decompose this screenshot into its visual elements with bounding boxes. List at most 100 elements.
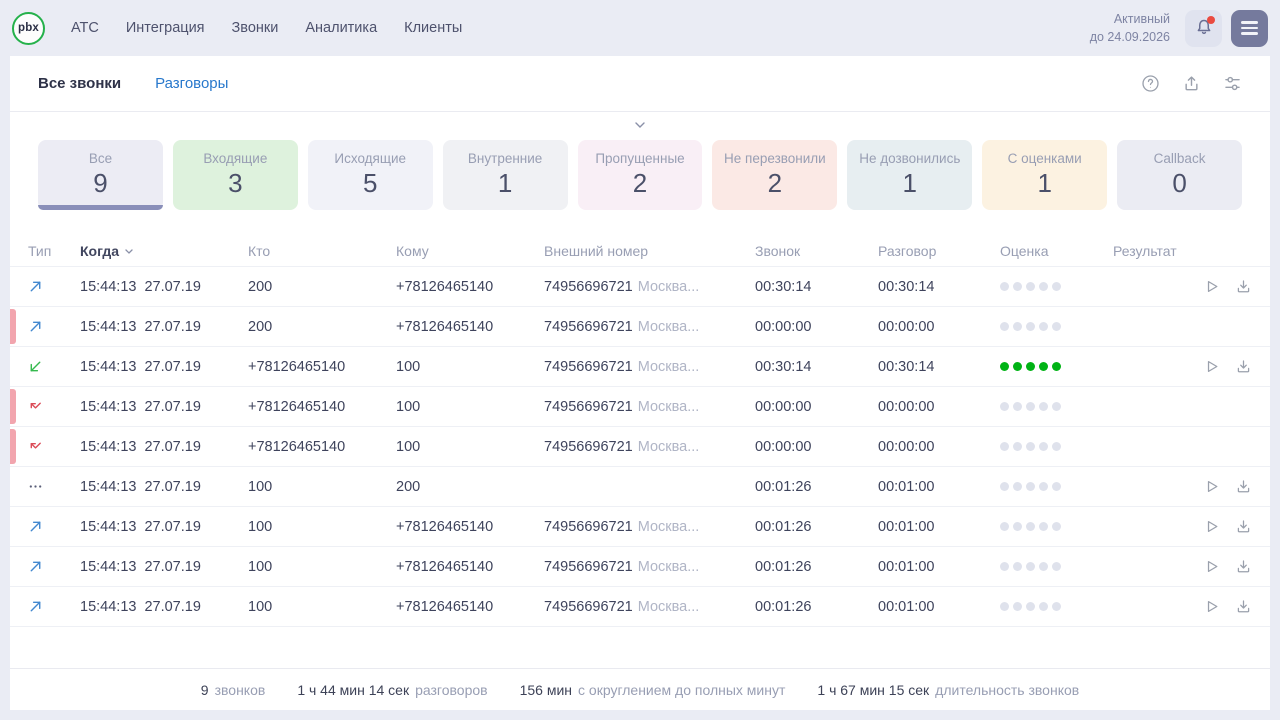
- filter-count: 2: [633, 168, 647, 199]
- filter-card[interactable]: Все 9: [38, 140, 163, 210]
- call-type-cell: [28, 439, 80, 454]
- export-icon[interactable]: [1182, 74, 1201, 93]
- whom-cell: +78126465140: [396, 519, 544, 535]
- missed-call-icon: [28, 439, 43, 454]
- filter-card[interactable]: Callback 0: [1117, 140, 1242, 210]
- who-cell: +78126465140: [248, 359, 396, 375]
- tabs-bar: Все звонки Разговоры: [10, 56, 1270, 112]
- when-cell: 15:44:1327.07.19: [80, 279, 248, 295]
- tab[interactable]: Все звонки: [38, 75, 121, 92]
- col-when-sort[interactable]: Когда: [80, 243, 248, 259]
- call-duration-cell: 00:01:26: [755, 559, 878, 575]
- rating-dots[interactable]: [1000, 482, 1113, 491]
- table-row[interactable]: 15:44:1327.07.19 100 200 00:01:26 00:01:…: [10, 467, 1270, 507]
- missed-call-icon: [28, 399, 43, 414]
- menu-button[interactable]: [1231, 10, 1268, 47]
- play-record-button[interactable]: [1203, 558, 1220, 575]
- play-record-button[interactable]: [1203, 358, 1220, 375]
- call-type-cell: [28, 359, 80, 374]
- rating-dots[interactable]: [1000, 442, 1113, 451]
- when-time: 15:44:13: [80, 319, 136, 335]
- call-type-cell: [28, 519, 80, 534]
- row-actions: [1196, 478, 1252, 495]
- download-record-button[interactable]: [1235, 478, 1252, 495]
- rating-dots[interactable]: [1000, 562, 1113, 571]
- summary-label: разговоров: [415, 682, 488, 698]
- whom-cell: 100: [396, 439, 544, 455]
- download-record-button[interactable]: [1235, 598, 1252, 615]
- external-location: Москва...: [638, 319, 700, 335]
- table-row[interactable]: 15:44:1327.07.19 200 +78126465140 749566…: [10, 267, 1270, 307]
- external-location: Москва...: [638, 559, 700, 575]
- when-date: 27.07.19: [144, 479, 200, 495]
- call-type-cell: [28, 599, 80, 614]
- nav-item[interactable]: Аналитика: [305, 20, 377, 36]
- who-cell: +78126465140: [248, 439, 396, 455]
- table-row[interactable]: 15:44:1327.07.19 100 +78126465140 749566…: [10, 547, 1270, 587]
- download-record-button[interactable]: [1235, 558, 1252, 575]
- help-icon[interactable]: [1141, 74, 1160, 93]
- chevron-down-icon[interactable]: [632, 120, 648, 130]
- status-line2: до 24.09.2026: [1090, 28, 1170, 46]
- filter-card[interactable]: Исходящие 5: [308, 140, 433, 210]
- who-cell: 100: [248, 559, 396, 575]
- download-record-button[interactable]: [1235, 518, 1252, 535]
- hamburger-icon: [1241, 21, 1258, 23]
- summary-item: 1 ч 67 мин 15 сек длительность звонков: [817, 682, 1079, 698]
- when-cell: 15:44:1327.07.19: [80, 599, 248, 615]
- rating-dots[interactable]: [1000, 602, 1113, 611]
- filter-card[interactable]: Внутренние 1: [443, 140, 568, 210]
- external-number-cell: 74956696721 Москва...: [544, 319, 755, 335]
- whom-cell: +78126465140: [396, 279, 544, 295]
- notifications-button[interactable]: [1185, 10, 1222, 47]
- play-record-button[interactable]: [1203, 278, 1220, 295]
- nav-item[interactable]: Звонки: [232, 20, 279, 36]
- column-settings-icon[interactable]: [1223, 74, 1242, 93]
- table-row[interactable]: 15:44:1327.07.19 200 +78126465140 749566…: [10, 307, 1270, 347]
- play-record-button[interactable]: [1203, 478, 1220, 495]
- table-row[interactable]: 15:44:1327.07.19 +78126465140 100 749566…: [10, 387, 1270, 427]
- table-row[interactable]: 15:44:1327.07.19 100 +78126465140 749566…: [10, 587, 1270, 627]
- table-row[interactable]: 15:44:1327.07.19 +78126465140 100 749566…: [10, 427, 1270, 467]
- filter-label: Не дозвонились: [859, 151, 960, 166]
- call-duration-cell: 00:00:00: [755, 439, 878, 455]
- filter-card[interactable]: С оценками 1: [982, 140, 1107, 210]
- external-number: 74956696721: [544, 599, 633, 615]
- filter-cards: Все 9 Входящие 3 Исходящие 5 Внутренние …: [10, 138, 1270, 210]
- rating-dots[interactable]: [1000, 282, 1113, 291]
- whom-cell: 200: [396, 479, 544, 495]
- play-record-button[interactable]: [1203, 518, 1220, 535]
- filter-card[interactable]: Пропущенные 2: [578, 140, 703, 210]
- table-row[interactable]: 15:44:1327.07.19 +78126465140 100 749566…: [10, 347, 1270, 387]
- rating-dots[interactable]: [1000, 322, 1113, 331]
- nav-item[interactable]: Клиенты: [404, 20, 462, 36]
- filter-card[interactable]: Не перезвонили 2: [712, 140, 837, 210]
- summary-label: длительность звонков: [935, 682, 1079, 698]
- pbx-logo[interactable]: pbx: [12, 12, 45, 45]
- notification-dot: [1207, 16, 1215, 24]
- summary-item: 9 звонков: [201, 682, 266, 698]
- download-record-button[interactable]: [1235, 278, 1252, 295]
- when-cell: 15:44:1327.07.19: [80, 559, 248, 575]
- download-record-button[interactable]: [1235, 358, 1252, 375]
- filter-count: 1: [498, 168, 512, 199]
- rating-dots[interactable]: [1000, 522, 1113, 531]
- when-cell: 15:44:1327.07.19: [80, 319, 248, 335]
- filter-card[interactable]: Не дозвонились 1: [847, 140, 972, 210]
- call-duration-cell: 00:00:00: [755, 399, 878, 415]
- when-time: 15:44:13: [80, 399, 136, 415]
- filter-label: Входящие: [203, 151, 267, 166]
- table-empty-space: [10, 627, 1270, 668]
- filter-label: Пропущенные: [595, 151, 684, 166]
- nav-item[interactable]: Интеграция: [126, 20, 205, 36]
- filter-card[interactable]: Входящие 3: [173, 140, 298, 210]
- external-number: 74956696721: [544, 319, 633, 335]
- rating-dots[interactable]: [1000, 402, 1113, 411]
- play-record-button[interactable]: [1203, 598, 1220, 615]
- table-row[interactable]: 15:44:1327.07.19 100 +78126465140 749566…: [10, 507, 1270, 547]
- col-result: Результат: [1113, 243, 1196, 259]
- tab[interactable]: Разговоры: [155, 75, 228, 92]
- external-number-cell: 74956696721Москва...: [544, 439, 755, 455]
- nav-item[interactable]: АТС: [71, 20, 99, 36]
- rating-dots[interactable]: [1000, 362, 1113, 371]
